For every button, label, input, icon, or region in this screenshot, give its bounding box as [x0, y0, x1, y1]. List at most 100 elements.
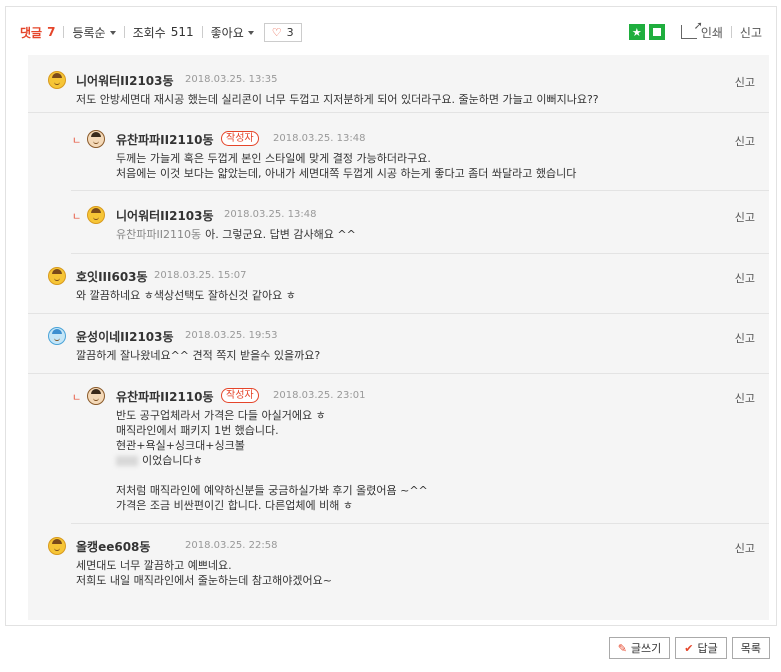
avatar [87, 206, 105, 224]
reply-item: ㄴ 니어워터II2103동 2018.03.25. 13:48 신고 유찬파파I… [71, 191, 769, 254]
mention[interactable]: 유찬파파II2110동 [116, 228, 201, 241]
comment-line: 저도 안방세면대 재시공 했는데 실리콘이 너무 두껍고 지저분하게 되어 있더… [76, 93, 599, 106]
report-link[interactable]: 신고 [735, 74, 755, 90]
comment-toolbar: 댓글 7 등록순 조회수 511 좋아요 ♡ 3 ★ 인쇄 신고 [20, 19, 762, 44]
comment-date: 2018.03.25. 22:58 [185, 540, 278, 551]
report-link[interactable]: 신고 [735, 209, 755, 225]
comment-text: 반도 공구업체라서 가격은 다들 아실거에요 ㅎ 매직라인에서 패키지 1번 했습… [116, 408, 428, 513]
comment-text: 저도 안방세면대 재시공 했는데 실리콘이 너무 두껍고 지저분하게 되어 있더… [76, 92, 599, 107]
sort-dropdown[interactable]: 등록순 [72, 24, 116, 41]
like-button[interactable]: ♡ 3 [263, 22, 302, 42]
comment-date: 2018.03.25. 23:01 [273, 390, 366, 401]
pencil-icon: ✎ [617, 641, 627, 655]
avatar [48, 267, 66, 285]
comment-date: 2018.03.25. 13:35 [185, 74, 278, 85]
comment-line: 깔끔하게 잘나왔네요^^ 견적 쪽지 받을수 있을까요? [76, 349, 321, 362]
reply-arrow-icon: ㄴ [72, 212, 82, 223]
report-link[interactable]: 신고 [735, 133, 755, 149]
comment-list: 니어워터II2103동 2018.03.25. 13:35 신고 저도 안방세면… [28, 55, 769, 620]
comment-label: 댓글 [20, 25, 43, 40]
comment-text: 세면대도 너무 깔끔하고 예쁘네요. 저희도 내일 매직라인에서 줄눈하는데 참고… [76, 558, 332, 588]
comment-line: 이었습니다ㅎ [142, 454, 203, 467]
reply-item: ㄴ 유찬파파II2110동 작성자 2018.03.25. 23:01 신고 반… [71, 374, 769, 524]
comment-count-value: 7 [47, 25, 56, 39]
avatar [48, 71, 66, 89]
report-link[interactable]: 신고 [735, 330, 755, 346]
divider [63, 26, 65, 38]
heart-icon: ♡ [271, 25, 282, 39]
divider [201, 26, 203, 38]
divider [123, 26, 125, 38]
comment-panel: 댓글 7 등록순 조회수 511 좋아요 ♡ 3 ★ 인쇄 신고 [5, 6, 777, 626]
comment-author[interactable]: 호잇III603동 [76, 268, 148, 285]
comment-author[interactable]: 니어워터II2103동 [76, 72, 174, 89]
comment-item: 올캥ee608동 2018.03.25. 22:58 신고 세면대도 너무 깔끔… [28, 524, 769, 602]
comment-text: 와 깔끔하네요 ㅎ색상선택도 잘하신것 같아요 ㅎ [76, 288, 296, 303]
report-link[interactable]: 신고 [735, 390, 755, 406]
view-count: 조회수 511 [133, 24, 194, 41]
views-label: 조회수 [132, 25, 166, 40]
author-badge: 작성자 [221, 388, 259, 403]
like-count: 3 [286, 25, 294, 39]
reply-label: 답글 [697, 642, 718, 655]
comment-line: 세면대도 너무 깔끔하고 예쁘네요. [76, 559, 232, 572]
comment-author[interactable]: 니어워터II2103동 [116, 207, 214, 224]
reply-button[interactable]: ✔ 답글 [675, 637, 727, 659]
comment-item: 호잇III603동 2018.03.25. 15:07 신고 와 깔끔하네요 ㅎ… [28, 254, 769, 314]
star-icon[interactable]: ★ [628, 24, 645, 40]
share-icon[interactable] [680, 19, 703, 39]
comment-line: 와 깔끔하네요 ㅎ색상선택도 잘하신것 같아요 ㅎ [76, 289, 296, 302]
comment-line: 반도 공구업체라서 가격은 다들 아실거에요 ㅎ [116, 409, 326, 422]
print-button[interactable]: 인쇄 [701, 24, 723, 41]
comment-line [116, 468, 428, 483]
avatar [87, 130, 105, 148]
comment-count[interactable]: 댓글 7 [20, 24, 55, 41]
write-label: 글쓰기 [630, 642, 662, 655]
comment-line: 두께는 가늘게 혹은 두껍게 본인 스타일에 맞게 결정 가능하더라구요. [116, 152, 431, 165]
chevron-down-icon [109, 30, 116, 35]
reply-item: ㄴ 유찬파파II2110동 작성자 2018.03.25. 13:48 신고 두… [71, 113, 769, 191]
comment-line: 현관+욕실+싱크대+싱크볼 [116, 439, 245, 452]
avatar [48, 327, 66, 345]
redacted-text [116, 456, 138, 466]
comment-text: 두께는 가늘게 혹은 두껍게 본인 스타일에 맞게 결정 가능하더라구요. 처음에… [116, 151, 576, 181]
comment-date: 2018.03.25. 13:48 [224, 209, 317, 220]
comment-author[interactable]: 유찬파파II2110동 [116, 131, 214, 148]
comment-item: 니어워터II2103동 2018.03.25. 13:35 신고 저도 안방세면… [28, 55, 769, 113]
comment-author[interactable]: 유찬파파II2110동 [116, 388, 214, 405]
comment-text: 유찬파파II2110동 아. 그렇군요. 답변 감사해요 ^^ [116, 227, 356, 242]
toolbar-actions: ★ 인쇄 신고 [628, 19, 762, 44]
comment-date: 2018.03.25. 19:53 [185, 330, 278, 341]
bottom-actions: ✎ 글쓰기 ✔ 답글 목록 [604, 637, 770, 659]
comment-line: 처음에는 이것 보다는 얇았는데, 아내가 세면대쪽 두껍게 시공 하는게 좋다… [116, 167, 577, 180]
comment-line: 저희도 내일 매직라인에서 줄눈하는데 참고해야겠어요~ [76, 574, 332, 587]
square-icon[interactable] [648, 24, 665, 40]
chevron-down-icon [247, 30, 254, 35]
comment-item: 윤성이네II2103동 2018.03.25. 19:53 신고 깔끔하게 잘나… [28, 314, 769, 374]
comment-author[interactable]: 윤성이네II2103동 [76, 328, 174, 345]
report-link[interactable]: 신고 [735, 540, 755, 556]
avatar [87, 387, 105, 405]
views-count: 511 [170, 25, 194, 39]
comment-author[interactable]: 올캥ee608동 [76, 538, 150, 555]
comment-date: 2018.03.25. 13:48 [273, 133, 366, 144]
list-button[interactable]: 목록 [731, 637, 770, 659]
check-icon: ✔ [684, 641, 694, 655]
report-link[interactable]: 신고 [735, 270, 755, 286]
comment-line: 가격은 조금 비싼편이긴 합니다. 다른업체에 비해 ㅎ [116, 499, 353, 512]
comment-line: 아. 그렇군요. 답변 감사해요 ^^ [205, 228, 356, 241]
author-badge: 작성자 [221, 131, 259, 146]
reply-arrow-icon: ㄴ [72, 136, 82, 147]
list-label: 목록 [740, 642, 761, 655]
divider [730, 26, 732, 38]
sort-label: 등록순 [72, 25, 106, 40]
comment-line: 매직라인에서 패키지 1번 했습니다. [116, 424, 279, 437]
comment-date: 2018.03.25. 15:07 [154, 270, 247, 281]
like-dropdown[interactable]: 좋아요 [211, 24, 254, 41]
write-button[interactable]: ✎ 글쓰기 [608, 637, 671, 659]
like-label: 좋아요 [210, 25, 244, 40]
avatar [48, 537, 66, 555]
comment-text: 깔끔하게 잘나왔네요^^ 견적 쪽지 받을수 있을까요? [76, 348, 320, 363]
comment-line: 저처럼 매직라인에 예약하신분들 궁금하실가봐 후기 올렸어욤 ~^^ [116, 484, 428, 497]
report-button[interactable]: 신고 [740, 24, 762, 41]
